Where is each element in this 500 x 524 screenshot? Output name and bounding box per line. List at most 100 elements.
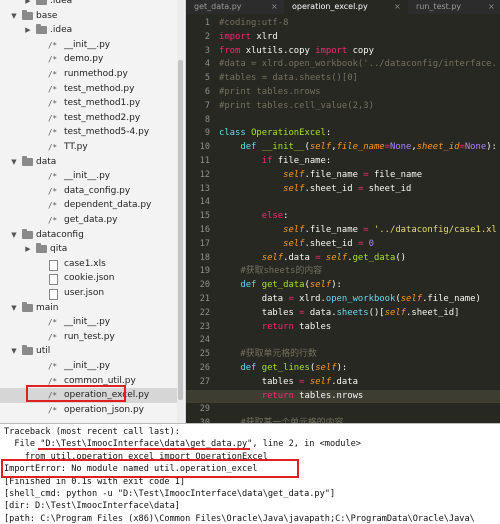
code-line[interactable]: class OperationExcel: (219, 127, 331, 141)
code-line[interactable]: def __init__(self,file_name=None,sheet_i… (219, 141, 497, 155)
code-token: self (309, 376, 332, 387)
code-line[interactable]: def get_lines(self): (219, 362, 347, 376)
file-item[interactable]: /* operation_excel.py (0, 388, 180, 404)
code-line[interactable]: #tables = data.sheets()[0] (219, 72, 358, 86)
code-line[interactable]: import xlrd (219, 31, 278, 45)
code-line[interactable]: self.data = self.get_data() (219, 252, 406, 266)
file-item[interactable]: /* test_method.py (0, 82, 180, 97)
file-item[interactable]: /* __init__.py (0, 359, 180, 374)
tab-run-test[interactable]: run_test.py × (408, 0, 500, 14)
sidebar-scrollbar-thumb[interactable] (178, 60, 183, 400)
chevron-down-icon[interactable]: ▼ (10, 155, 18, 170)
file-item[interactable]: /* __init__.py (0, 315, 180, 330)
close-icon[interactable]: × (271, 0, 278, 14)
folder-item[interactable]: ▼ util (0, 344, 180, 359)
file-item[interactable]: user.json (0, 286, 180, 301)
line-number: 2 (204, 31, 210, 42)
chevron-right-icon[interactable]: ▶ (24, 242, 32, 257)
file-item[interactable]: /* test_method5-4.py (0, 125, 180, 140)
folder-item[interactable]: ▶ .idea (0, 23, 180, 38)
chevron-down-icon[interactable]: ▼ (10, 344, 18, 359)
code-token: ): (331, 280, 342, 291)
close-icon[interactable]: × (488, 0, 495, 14)
code-token: sheets (336, 307, 369, 318)
code-token: class (219, 128, 246, 139)
file-item[interactable]: /* __init__.py (0, 169, 180, 184)
code-line[interactable]: return tables.nrows (219, 390, 364, 404)
file-tree-sidebar: ▶ .idea ▼ base ▶ .idea/* __init__.py/* demo.py /… (0, 0, 186, 423)
chevron-down-icon[interactable]: ▼ (10, 9, 18, 24)
chevron-right-icon[interactable]: ▶ (24, 23, 32, 38)
code-token: ()[ (368, 307, 385, 318)
file-item[interactable]: /* test_method1.py (0, 96, 180, 111)
code-line[interactable]: #coding:utf-8 (219, 17, 288, 31)
folder-item[interactable]: ▼ data (0, 155, 180, 170)
code-line[interactable]: #获取单元格的行数 (219, 348, 316, 362)
code-line[interactable]: #print tables.nrows (219, 86, 321, 100)
code-token: import (219, 31, 252, 42)
code-line[interactable]: tables = data.sheets()[self.sheet_id] (219, 307, 460, 321)
code-line[interactable]: data = xlrd.open_workbook(self.file_name… (219, 293, 481, 307)
code-token: self (261, 252, 284, 263)
code-line[interactable]: def get_data(self): (219, 279, 342, 293)
code-line[interactable]: from xlutils.copy import copy (219, 45, 374, 59)
line-number: 8 (204, 114, 210, 125)
code-line[interactable]: self.file_name = '../dataconfig/case1.xl (219, 224, 497, 238)
file-item[interactable]: /* data_config.py (0, 184, 180, 199)
code-editor[interactable]: 1 2 3 4 5 6 7 8 9 10 11 12 13 14 15 16 17 18 19 20 21 22 23 24 2… (186, 14, 500, 423)
code-line[interactable]: if file_name: (219, 155, 331, 169)
code-line[interactable]: #获取sheets的内容 (219, 265, 322, 279)
chevron-down-icon[interactable]: ▼ (10, 228, 18, 243)
file-item[interactable]: /* operation_json.py (0, 403, 180, 418)
file-item[interactable]: /* dependent_data.py (0, 198, 180, 213)
file-item[interactable]: /* runmethod.py (0, 67, 180, 82)
code-token: .file_name) (422, 294, 481, 304)
folder-item[interactable]: ▼ base (0, 9, 180, 24)
tab-get-data[interactable]: get_data.py × (186, 0, 284, 14)
file-item[interactable]: case1.xls (0, 257, 180, 272)
file-item[interactable]: /* get_data.py (0, 213, 180, 228)
python-file-icon: /* (48, 391, 58, 401)
code-line[interactable]: return tables (219, 321, 331, 335)
folder-item[interactable]: ▼ main (0, 301, 180, 316)
code-token: return (261, 321, 294, 332)
tree-item-label: test_method5-4.py (64, 127, 150, 138)
tab-operation-excel[interactable]: operation_excel.py × (284, 0, 408, 14)
file-item[interactable]: /* TT.py (0, 140, 180, 155)
code-line[interactable]: self.sheet_id = 0 (219, 238, 374, 252)
python-file-icon: /* (48, 405, 58, 415)
line-number: 7 (204, 100, 210, 111)
console-line: [path: C:\Program Files (x86)\Common Fil… (4, 513, 475, 524)
tree-item-label: test_method.py (64, 83, 135, 94)
code-line[interactable]: #data = xlrd.open_workbook('../dataconfi… (219, 58, 497, 72)
code-token: copy (347, 45, 374, 56)
file-item[interactable]: cookie.json (0, 271, 180, 286)
tree-item-label: util (36, 346, 51, 357)
folder-item[interactable]: ▶ qita (0, 242, 180, 257)
line-number: 21 (199, 294, 210, 304)
file-item[interactable]: /* __init__.py (0, 38, 180, 53)
console-line: [shell_cmd: python -u "D:\Test\ImoocInte… (4, 489, 336, 499)
file-item[interactable]: /* test_method2.py (0, 111, 180, 126)
file-item[interactable]: /* common_util.py (0, 374, 180, 389)
folder-item[interactable]: ▼ dataconfig (0, 228, 180, 243)
code-line[interactable]: #print tables.cell_value(2,3) (219, 100, 374, 114)
file-item[interactable]: /* demo.py (0, 52, 180, 67)
file-item[interactable]: /* run_test.py (0, 330, 180, 345)
code-token: .data (283, 252, 316, 263)
python-file-icon: /* (48, 172, 58, 182)
python-file-icon: /* (48, 216, 58, 225)
python-file-icon: /* (48, 99, 58, 109)
code-line[interactable]: self.file_name = file_name (219, 169, 422, 183)
python-file-icon: /* (48, 128, 58, 138)
chevron-down-icon[interactable]: ▼ (10, 301, 18, 316)
python-file-icon: /* (48, 55, 58, 65)
code-token: self (325, 252, 348, 263)
close-icon[interactable]: × (394, 0, 401, 14)
code-line[interactable]: self.sheet_id = sheet_id (219, 183, 411, 197)
code-line[interactable]: tables = self.data (219, 376, 358, 390)
code-line[interactable]: else: (219, 210, 289, 224)
